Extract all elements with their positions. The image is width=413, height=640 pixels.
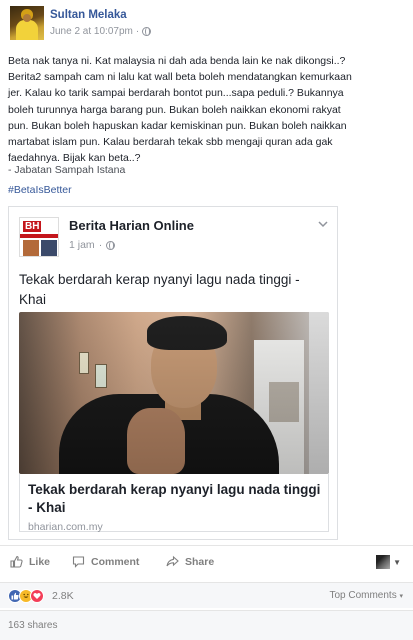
- author-name[interactable]: Sultan Melaka: [50, 9, 127, 21]
- caret-down-icon: ▾: [399, 593, 403, 600]
- post-as-selector[interactable]: ▼: [376, 555, 401, 569]
- viewer-avatar: [376, 555, 391, 569]
- share-label: Share: [185, 555, 215, 568]
- shared-post: BH Berita Harian Online 1 jam · Tekak be…: [8, 206, 338, 540]
- like-label: Like: [29, 555, 51, 568]
- reaction-icons[interactable]: [8, 589, 44, 603]
- love-reaction-icon: [30, 589, 44, 603]
- public-globe-icon: [142, 27, 152, 36]
- link-title[interactable]: Tekak berdarah kerap nyanyi lagu nada ti…: [28, 481, 323, 517]
- link-domain: bharian.com.my: [28, 521, 103, 533]
- shared-post-title: Tekak berdarah kerap nyanyi lagu nada ti…: [19, 272, 300, 307]
- comment-sort-label: Top Comments: [329, 590, 397, 601]
- post-meta: June 2 at 10:07pm ·: [50, 26, 152, 37]
- post-text: Beta nak tanya ni. Kat malaysia ni dah a…: [8, 53, 408, 166]
- thumbs-up-icon: [10, 555, 23, 568]
- post-text-line: martabat islam pun. Kalau berdarah tekak…: [8, 136, 333, 149]
- post-text-line: pun. Bukan boleh hapuskan kadar kemiskin…: [8, 119, 347, 132]
- share-button[interactable]: Share: [166, 555, 214, 568]
- author-avatar[interactable]: [10, 6, 44, 40]
- shared-page-logo[interactable]: BH: [19, 217, 59, 257]
- post-text-line: boleh turunnya harga barang pun. Bukan b…: [8, 103, 341, 116]
- shared-meta: 1 jam ·: [69, 239, 116, 251]
- share-arrow-icon: [166, 555, 179, 567]
- meta-separator: ·: [98, 239, 103, 251]
- meta-separator: ·: [135, 26, 140, 37]
- shares-count[interactable]: 163 shares: [8, 620, 57, 631]
- post-text-line: Berita2 sampah cam ni lalu kat wall beta…: [8, 71, 352, 84]
- comment-label: Comment: [91, 555, 140, 568]
- comment-icon: [72, 556, 85, 568]
- dropdown-arrow-icon: ▼: [393, 557, 401, 567]
- post-timestamp[interactable]: June 2 at 10:07pm: [50, 26, 133, 37]
- facebook-post: Sultan Melaka June 2 at 10:07pm · Beta n…: [0, 0, 413, 640]
- reaction-count[interactable]: 2.8K: [52, 590, 74, 602]
- action-bar: Like Comment Share ▼: [0, 545, 413, 577]
- post-text-line: jer. Kalau ko tarik sampai berdarah bont…: [8, 87, 344, 100]
- logo-text: BH: [23, 221, 42, 232]
- like-button[interactable]: Like: [10, 555, 50, 568]
- link-preview-footer[interactable]: Tekak berdarah kerap nyanyi lagu nada ti…: [19, 474, 329, 533]
- post-text-line: Beta nak tanya ni. Kat malaysia ni dah a…: [8, 55, 346, 67]
- chevron-down-icon[interactable]: [317, 219, 329, 229]
- comment-button[interactable]: Comment: [72, 555, 139, 568]
- shared-time[interactable]: 1 jam: [69, 239, 95, 251]
- shares-row: 163 shares: [0, 610, 413, 640]
- link-preview-image[interactable]: [19, 312, 329, 474]
- public-globe-icon: [106, 240, 116, 250]
- shared-page-name[interactable]: Berita Harian Online: [69, 218, 194, 233]
- post-hashtag[interactable]: #BetaIsBetter: [8, 184, 72, 196]
- post-header: Sultan Melaka June 2 at 10:07pm ·: [0, 0, 413, 44]
- reactions-bar: 2.8K Top Comments ▾: [0, 582, 413, 608]
- post-signature: - Jabatan Sampah Istana: [8, 164, 126, 176]
- comment-sort-dropdown[interactable]: Top Comments ▾: [329, 590, 403, 601]
